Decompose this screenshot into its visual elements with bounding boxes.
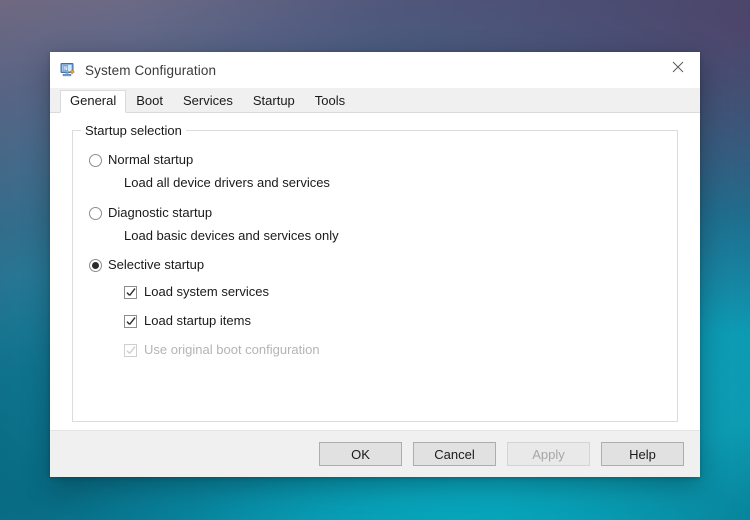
- startup-selection-legend: Startup selection: [81, 123, 186, 138]
- tab-content-general: Startup selection Normal startup Load al…: [50, 113, 700, 430]
- tab-general[interactable]: General: [60, 90, 127, 113]
- apply-button-label: Apply: [532, 446, 565, 462]
- radio-selective-startup-indicator: [89, 259, 102, 272]
- tab-startup-label: Startup: [252, 93, 295, 108]
- checkbox-load-system-services[interactable]: Load system services: [124, 284, 269, 300]
- system-configuration-dialog: System Configuration General Boot Servic…: [50, 52, 700, 477]
- checkbox-load-startup-items[interactable]: Load startup items: [124, 313, 251, 329]
- checkbox-load-startup-items-label: Load startup items: [144, 313, 251, 328]
- tab-strip: General Boot Services Startup Tools: [50, 88, 700, 113]
- radio-diagnostic-startup[interactable]: Diagnostic startup: [89, 205, 212, 221]
- dialog-button-bar: OK Cancel Apply Help: [50, 430, 700, 477]
- help-button[interactable]: Help: [601, 442, 684, 466]
- radio-selective-startup-label: Selective startup: [108, 257, 205, 272]
- system-configuration-icon: [60, 62, 76, 78]
- window-title: System Configuration: [85, 62, 217, 78]
- radio-diagnostic-startup-indicator: [89, 207, 102, 220]
- apply-button: Apply: [507, 442, 590, 466]
- radio-normal-startup-indicator: [89, 154, 102, 167]
- help-button-label: Help: [629, 446, 656, 462]
- checkbox-use-original-boot-configuration-indicator: [124, 344, 137, 357]
- tab-strip-underline: [50, 112, 700, 113]
- tab-services-label: Services: [183, 93, 233, 108]
- diagnostic-startup-description: Load basic devices and services only: [124, 228, 339, 243]
- radio-diagnostic-startup-label: Diagnostic startup: [108, 205, 213, 220]
- close-icon[interactable]: [655, 52, 700, 82]
- tab-boot[interactable]: Boot: [126, 90, 173, 112]
- tab-tools-label: Tools: [314, 93, 346, 108]
- ok-button[interactable]: OK: [319, 442, 402, 466]
- normal-startup-description: Load all device drivers and services: [124, 175, 330, 190]
- tab-tools[interactable]: Tools: [305, 90, 355, 112]
- checkbox-use-original-boot-configuration-label: Use original boot configuration: [144, 342, 320, 357]
- checkbox-load-startup-items-indicator: [124, 315, 137, 328]
- tab-services[interactable]: Services: [173, 90, 243, 112]
- startup-selection-groupbox: Startup selection Normal startup Load al…: [72, 123, 678, 422]
- cancel-button-label: Cancel: [434, 446, 475, 462]
- checkbox-load-system-services-label: Load system services: [144, 284, 269, 299]
- checkbox-use-original-boot-configuration: Use original boot configuration: [124, 342, 320, 358]
- radio-normal-startup[interactable]: Normal startup: [89, 152, 193, 168]
- tab-general-label: General: [70, 93, 117, 108]
- ok-button-label: OK: [351, 446, 370, 462]
- cancel-button[interactable]: Cancel: [413, 442, 496, 466]
- tab-boot-label: Boot: [136, 93, 163, 108]
- title-bar[interactable]: System Configuration: [50, 52, 700, 88]
- checkbox-load-system-services-indicator: [124, 286, 137, 299]
- radio-normal-startup-label: Normal startup: [108, 152, 194, 167]
- radio-selective-startup[interactable]: Selective startup: [89, 257, 204, 273]
- tab-startup[interactable]: Startup: [243, 90, 305, 112]
